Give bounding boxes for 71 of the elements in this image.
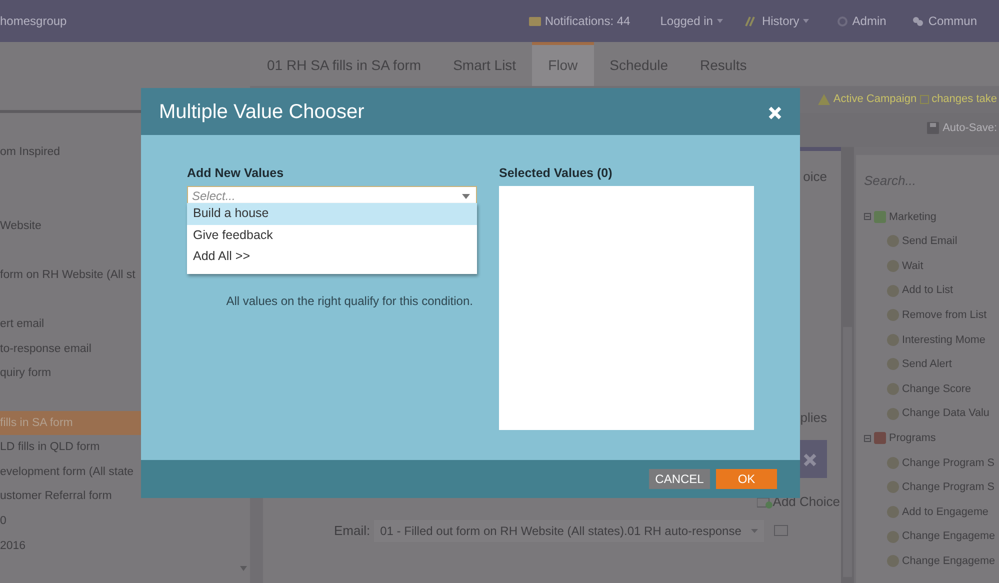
collapse-icon[interactable] (864, 213, 871, 220)
applies-text: plies (800, 408, 827, 427)
palette-item[interactable]: Add to List (902, 282, 954, 299)
palette-item[interactable]: Add to Engageme (902, 504, 988, 520)
action-icon (886, 480, 900, 494)
notice-text: Active Campaign (833, 92, 917, 108)
palette-item[interactable]: Remove from List (902, 307, 987, 324)
cancel-button[interactable]: CANCEL (649, 469, 710, 489)
notebook-icon[interactable] (528, 16, 541, 26)
tab[interactable]: Schedule (594, 42, 684, 86)
action-icon (886, 332, 900, 347)
gear-icon[interactable] (837, 16, 848, 26)
topbar-link[interactable]: Logged in (660, 12, 713, 30)
auto-save-label: Auto-Save: (942, 120, 997, 136)
topbar-link[interactable]: Commun (928, 12, 977, 30)
people-icon[interactable] (912, 16, 924, 26)
palette-group[interactable]: Programs (889, 430, 936, 446)
tab[interactable]: Flow (532, 42, 594, 86)
action-icon (886, 456, 900, 470)
dropdown-option[interactable]: Give feedback (187, 224, 477, 246)
choice-text: oice (803, 168, 827, 186)
dialog-title: Multiple Value Chooser (159, 100, 364, 124)
hint-text: All values on the right qualify for this condition. (225, 292, 474, 310)
palette-item[interactable]: Change Program S (902, 454, 994, 471)
email-select[interactable]: 01 - Filled out form on RH Website (All states).01 RH auto-response (374, 520, 764, 542)
field-label: Selected Values (0) (499, 165, 614, 182)
collapse-icon[interactable] (864, 434, 871, 442)
email-label: Email: (334, 522, 370, 540)
action-icon (886, 504, 900, 519)
notice-text: changes take (932, 92, 997, 108)
palette-item[interactable]: Change Score (902, 380, 972, 398)
category-icon (873, 210, 887, 224)
action-icon (886, 382, 900, 396)
caret-icon[interactable] (716, 19, 723, 23)
dropdown-option[interactable]: Build a house (187, 203, 477, 224)
dropdown-option[interactable]: Add All >> (187, 246, 477, 268)
category-icon (873, 431, 887, 446)
action-icon (886, 234, 900, 248)
action-icon (886, 308, 900, 322)
tab[interactable]: 01 RH SA fills in SA form (252, 42, 438, 86)
action-icon (886, 530, 900, 544)
topbar-link[interactable]: Admin (852, 12, 886, 30)
tab[interactable]: Results (684, 42, 763, 86)
account-name[interactable]: homesgroup (0, 12, 67, 30)
tree-item[interactable]: 0 (0, 508, 250, 534)
caret-icon[interactable] (803, 19, 810, 23)
palette-item[interactable]: Change Engageme (902, 553, 996, 570)
palette-item[interactable]: Change Program S (902, 479, 994, 496)
topbar-link[interactable]: History (762, 12, 800, 30)
action-icon (886, 258, 900, 273)
topbar-link[interactable]: Notifications: 44 (544, 12, 630, 30)
action-icon (886, 406, 900, 421)
tree-item[interactable]: 2016 (0, 534, 250, 558)
palette-item[interactable]: Send Email (902, 233, 958, 250)
preview-icon[interactable] (774, 525, 788, 536)
ok-button[interactable]: OK (716, 469, 777, 489)
caret-icon[interactable] (462, 194, 470, 199)
field-label: Add New Values (187, 165, 285, 182)
action-icon (886, 284, 900, 298)
palette-item[interactable]: Change Data Valu (902, 405, 990, 422)
action-icon (886, 357, 900, 372)
palette-group[interactable]: Marketing (889, 208, 936, 225)
checkbox-icon[interactable] (920, 95, 929, 104)
scroll-arrow-icon[interactable] (240, 566, 247, 571)
tab[interactable]: Smart List (437, 42, 532, 86)
palette-item[interactable]: Interesting Mome (902, 332, 986, 348)
action-icon (886, 554, 900, 568)
palette-item[interactable]: Send Alert (902, 356, 952, 372)
warning-icon (818, 94, 830, 105)
palette-item[interactable]: Change Engageme (902, 528, 996, 545)
palette-item[interactable]: Wait (902, 258, 924, 274)
